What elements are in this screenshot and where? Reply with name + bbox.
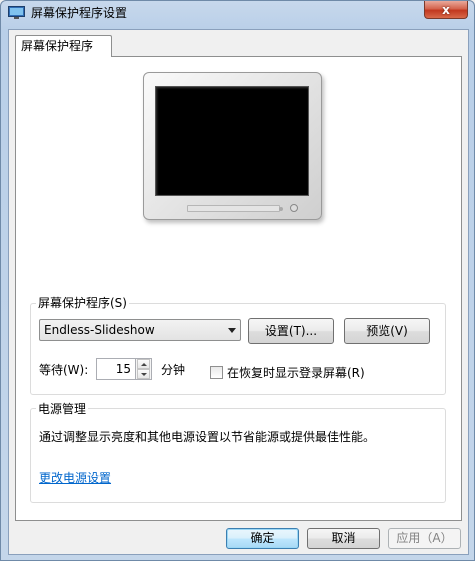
wait-label: 等待(W):	[39, 363, 89, 377]
change-power-settings-link[interactable]: 更改电源设置	[39, 471, 111, 485]
preview-button[interactable]: 预览(V)	[344, 318, 430, 344]
power-group-label: 电源管理	[36, 402, 89, 416]
preview-screen	[155, 86, 309, 196]
close-button[interactable]: x	[424, 1, 468, 19]
monitor-preview	[143, 72, 322, 220]
window-title: 屏幕保护程序设置	[31, 6, 128, 20]
screensaver-select-value: Endless-Slideshow	[44, 323, 155, 337]
resume-login-checkbox[interactable]	[210, 366, 223, 379]
screensaver-select[interactable]: Endless-Slideshow	[39, 319, 241, 341]
monitor-led-icon	[279, 207, 283, 211]
minutes-label: 分钟	[161, 363, 186, 377]
tab-screensaver[interactable]: 屏幕保护程序	[15, 35, 112, 57]
power-group	[30, 408, 446, 503]
title-bar[interactable]: 屏幕保护程序设置 x	[1, 1, 474, 25]
screensaver-group	[30, 303, 446, 395]
resume-login-label[interactable]: 在恢复时显示登录屏幕(R)	[227, 366, 365, 380]
power-description: 通过调整显示亮度和其他电源设置以节省能源或提供最佳性能。	[39, 430, 376, 444]
chevron-down-icon	[228, 328, 236, 333]
close-icon: x	[442, 2, 450, 17]
monitor-power-icon	[290, 204, 298, 212]
apply-button[interactable]: 应用（A）	[388, 528, 461, 549]
settings-button[interactable]: 设置(T)...	[248, 318, 334, 344]
screensaver-group-label: 屏幕保护程序(S)	[36, 296, 129, 310]
wait-minutes-stepper	[136, 358, 152, 380]
cancel-button[interactable]: 取消	[307, 528, 380, 549]
display-settings-icon	[8, 6, 25, 19]
spin-up-icon[interactable]	[137, 359, 150, 369]
spin-down-icon[interactable]	[137, 369, 150, 379]
monitor-slot	[187, 205, 280, 212]
ok-button[interactable]: 确定	[226, 528, 299, 549]
wait-minutes-input[interactable]: 15	[96, 358, 136, 380]
